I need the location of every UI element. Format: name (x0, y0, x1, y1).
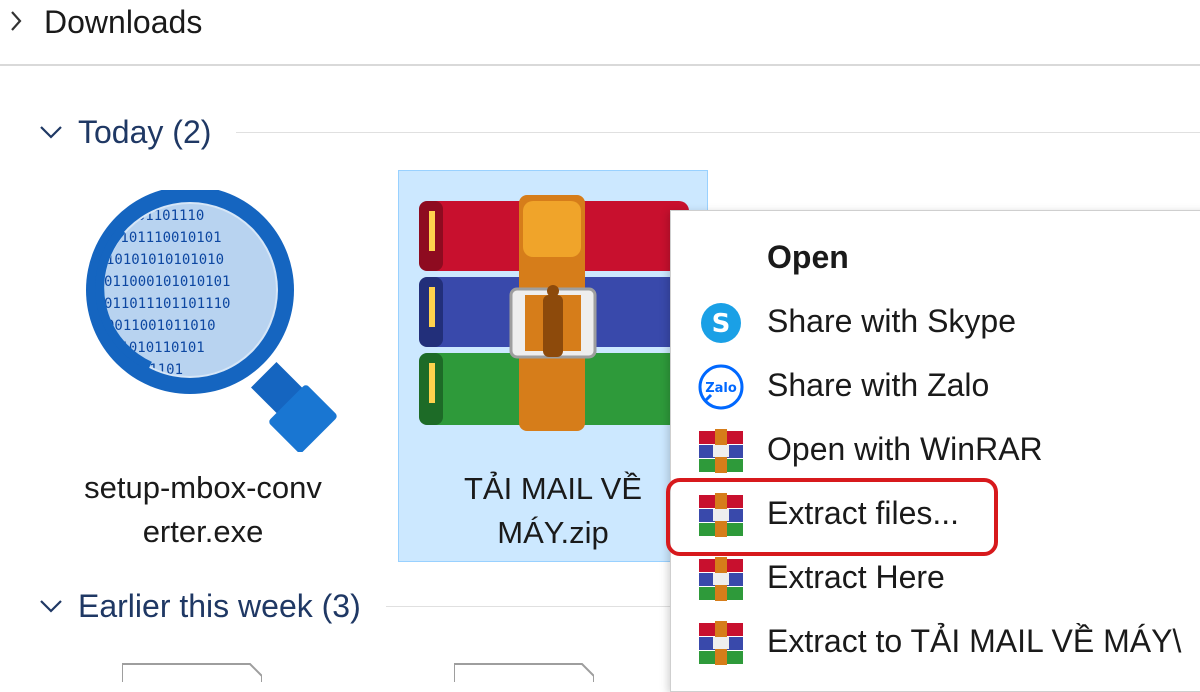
menu-item-open-winrar[interactable]: Open with WinRAR (671, 417, 1200, 481)
breadcrumb: Downloads (0, 0, 1200, 64)
winrar-icon (699, 621, 743, 665)
file-name: TẢI MAIL VỀ MÁY.zip (463, 471, 642, 550)
svg-text:10101010101010: 10101010101010 (106, 252, 224, 268)
svg-text:011000101010101: 011000101010101 (104, 274, 230, 290)
winrar-icon (699, 557, 743, 601)
menu-item-open[interactable]: Open (671, 225, 1200, 289)
group-label: Today (2) (78, 114, 212, 150)
chevron-right-icon[interactable] (6, 8, 26, 34)
menu-item-share-zalo[interactable]: Zalo Share with Zalo (671, 353, 1200, 417)
svg-text:Zalo: Zalo (705, 381, 737, 396)
menu-item-share-skype[interactable]: S Share with Skype (671, 289, 1200, 353)
group-divider (386, 606, 670, 607)
menu-item-extract-to[interactable]: Extract to TẢI MAIL VỀ MÁY\ (671, 609, 1200, 673)
file-name: setup-mbox-conv erter.exe (84, 470, 322, 549)
file-thumbnail[interactable] (454, 662, 594, 682)
highlight-annotation (666, 478, 998, 556)
winrar-archive-icon (419, 195, 689, 431)
svg-text:0101110010101: 0101110010101 (112, 230, 222, 246)
svg-text:S: S (712, 309, 731, 339)
group-header-today[interactable]: Today (2) (0, 108, 1200, 156)
skype-icon: S (701, 303, 741, 343)
chevron-down-icon[interactable] (38, 122, 64, 142)
magnifier-binary-icon: 0101101110 0101110010101 10101010101010 … (86, 190, 337, 452)
file-thumbnail[interactable] (122, 662, 262, 682)
group-label: Earlier this week (3) (78, 588, 361, 624)
group-divider (236, 132, 1200, 133)
zalo-icon: Zalo (698, 364, 744, 410)
page-title[interactable]: Downloads (44, 2, 202, 42)
chevron-down-icon[interactable] (38, 596, 64, 616)
file-item-zip[interactable]: TẢI MAIL VỀ MÁY.zip (398, 170, 708, 562)
divider (0, 64, 1200, 66)
file-item-setup[interactable]: 0101101110 0101110010101 10101010101010 … (48, 170, 358, 562)
svg-text:0011001011010: 0011001011010 (106, 318, 216, 334)
context-menu: Open S Share with Skype Zalo Share with … (670, 210, 1200, 692)
winrar-icon (699, 429, 743, 473)
svg-text:011011101101110: 011011101101110 (104, 296, 230, 312)
